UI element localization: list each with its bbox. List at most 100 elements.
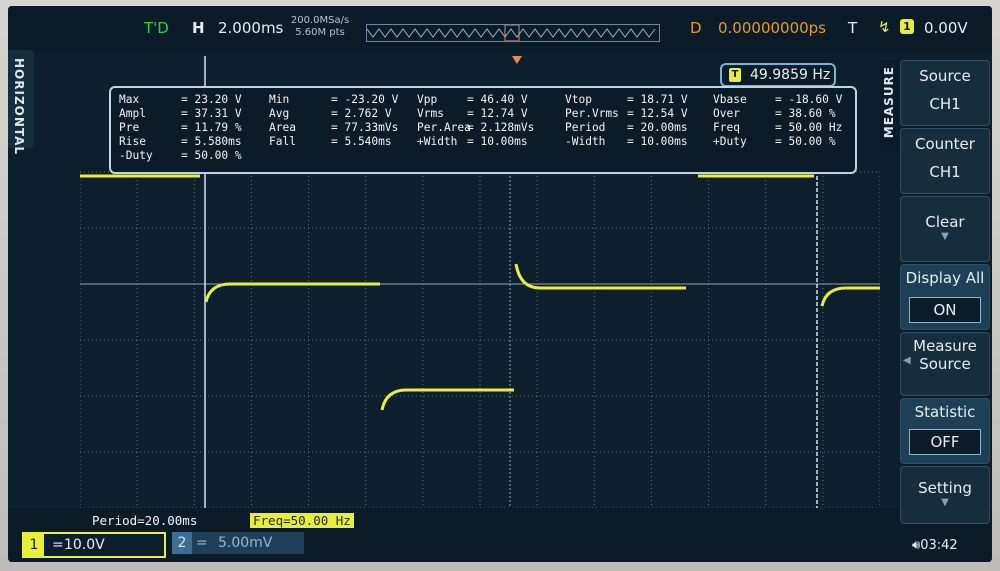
- channel1-number: 1: [24, 534, 44, 556]
- source-value: CH1: [929, 95, 961, 113]
- statistic-button[interactable]: Statistic OFF: [900, 398, 990, 464]
- measurement-value: = 10.00ms: [467, 135, 528, 148]
- period-readout: Period=20.00ms: [92, 513, 198, 528]
- setting-label: Setting: [918, 479, 972, 497]
- memory-depth: 5.60M pts: [295, 27, 345, 38]
- measurement-value: = 12.74 V: [467, 107, 528, 120]
- measurement-value: = 50.00 Hz: [775, 121, 843, 134]
- measurement-label: Period: [565, 121, 606, 134]
- measurement-value: = -18.60 V: [775, 93, 843, 106]
- trigger-level[interactable]: 0.00V: [924, 19, 968, 37]
- clock: 🔊︎03:42: [912, 538, 958, 553]
- measurement-label: Vrms: [417, 107, 444, 120]
- measurement-value: = 23.20 V: [181, 93, 242, 106]
- measurement-value: = 12.54 V: [627, 107, 688, 120]
- measurement-label: +Duty: [713, 135, 747, 148]
- trigger-source-badge: 1: [900, 19, 914, 34]
- measurement-value: = 5.580ms: [181, 135, 242, 148]
- measurement-value: = 11.79 %: [181, 121, 242, 134]
- trigger-status: T'D: [144, 19, 169, 37]
- measure-source-button[interactable]: Measure Source ◀: [900, 332, 990, 396]
- measurement-value: = 2.762 V: [331, 107, 392, 120]
- measurement-value: = 18.71 V: [627, 93, 688, 106]
- measurement-label: Pre: [119, 121, 140, 134]
- measure-menu-tab[interactable]: MEASURE: [880, 60, 900, 152]
- channel1-coupling: =: [52, 537, 64, 553]
- delay-value[interactable]: 0.00000000ps: [718, 19, 826, 37]
- measurement-label: Rise: [119, 135, 146, 148]
- device-bezel: T'D H 2.000ms 200.0MSa/s 5.60M pts D 0.0…: [0, 0, 1000, 571]
- source-label: Source: [919, 67, 971, 85]
- measurement-value: = -23.20 V: [331, 93, 399, 106]
- setting-button[interactable]: Setting ▼: [900, 466, 990, 524]
- counter-label: Counter: [915, 135, 975, 153]
- timebase-value[interactable]: 2.000ms: [218, 19, 283, 37]
- clear-label: Clear: [925, 213, 965, 231]
- measurement-label: Over: [713, 107, 740, 120]
- source-button[interactable]: Source CH1: [900, 60, 990, 126]
- clear-button[interactable]: Clear ▼: [900, 196, 990, 262]
- channel2-coupling: =: [196, 535, 208, 551]
- measure-source-label: Measure Source: [913, 337, 977, 373]
- horizontal-tab-label: HORIZONTAL: [12, 58, 26, 156]
- counter-button[interactable]: Counter CH1: [900, 128, 990, 194]
- measurement-label: Vpp: [417, 93, 438, 106]
- measurement-value: = 10.00ms: [627, 135, 688, 148]
- delay-label: D: [690, 19, 702, 37]
- statistic-value: OFF: [909, 429, 981, 455]
- scope-screen: T'D H 2.000ms 200.0MSa/s 5.60M pts D 0.0…: [8, 6, 992, 562]
- counter-source-value: CH1: [929, 163, 961, 181]
- measure-menu-title: MEASURE: [882, 66, 896, 139]
- measurement-label: Vbase: [713, 93, 747, 106]
- rising-edge-icon: ↯: [878, 18, 891, 36]
- measurement-label: Per.Vrms: [565, 107, 619, 120]
- measurement-label: Avg: [269, 107, 290, 120]
- measurement-value: = 2.128mVs: [467, 121, 535, 134]
- measurement-value: = 38.60 %: [775, 107, 836, 120]
- horizontal-side-tab[interactable]: HORIZONTAL: [8, 50, 34, 155]
- measurement-label: Max: [119, 93, 140, 106]
- measure-menu: MEASURE Source CH1 Counter CH1 Clear ▼ D…: [880, 50, 992, 524]
- measurement-label: -Duty: [119, 149, 153, 162]
- measurement-label: Min: [269, 93, 290, 106]
- channel2-setting[interactable]: 2 = 5.00mV: [172, 532, 304, 554]
- measurement-table: Max = 23.20 V Min = -23.20 V Vpp = 46.40 V Vto…: [109, 86, 857, 174]
- measurement-value: = 50.00 %: [775, 135, 836, 148]
- measurement-label: Freq: [713, 121, 740, 134]
- horizontal-label: H: [192, 19, 205, 37]
- bottom-status-bar: Period=20.00ms Freq=50.00 Hz 1 = 10.0V 2…: [8, 508, 992, 562]
- measurement-value: = 37.31 V: [181, 107, 242, 120]
- display-all-label: Display All: [905, 269, 985, 287]
- measurement-label: +Width: [417, 135, 458, 148]
- measurement-label: Vtop: [565, 93, 592, 106]
- measurement-label: Per.Area: [417, 121, 471, 134]
- measurement-label: Ampl: [119, 107, 146, 120]
- display-all-button[interactable]: Display All ON: [900, 264, 990, 330]
- memory-overview[interactable]: [366, 24, 660, 42]
- channel1-setting[interactable]: 1 = 10.0V: [22, 532, 166, 558]
- clock-time: 03:42: [920, 538, 958, 553]
- counter-icon: T: [729, 68, 741, 82]
- chevron-left-icon: ◀: [903, 355, 911, 366]
- sample-rate: 200.0MSa/s: [290, 15, 350, 26]
- frequency-readout: Freq=50.00 Hz: [250, 513, 354, 528]
- statistic-label: Statistic: [914, 403, 976, 421]
- speaker-icon: 🔊︎: [912, 538, 921, 553]
- measurement-value: = 46.40 V: [467, 93, 528, 106]
- chevron-down-icon: ▼: [941, 231, 949, 242]
- channel2-scale: 5.00mV: [218, 535, 273, 551]
- acquisition-info: 200.0MSa/s 5.60M pts: [290, 15, 350, 39]
- channel2-number: 2: [172, 532, 192, 554]
- measurement-value: = 77.33mVs: [331, 121, 399, 134]
- chevron-down-icon: ▼: [941, 497, 949, 508]
- display-all-value: ON: [909, 297, 981, 323]
- measurement-value: = 5.540ms: [331, 135, 392, 148]
- measurement-value: = 20.00ms: [627, 121, 688, 134]
- frequency-counter: T 49.9859 Hz: [720, 63, 836, 87]
- trigger-label: T: [848, 19, 858, 37]
- channel1-scale: 10.0V: [64, 537, 105, 553]
- measurement-label: Fall: [269, 135, 296, 148]
- counter-value: 49.9859 Hz: [750, 67, 831, 83]
- top-status-bar: T'D H 2.000ms 200.0MSa/s 5.60M pts D 0.0…: [8, 6, 992, 50]
- measurement-value: = 50.00 %: [181, 149, 242, 162]
